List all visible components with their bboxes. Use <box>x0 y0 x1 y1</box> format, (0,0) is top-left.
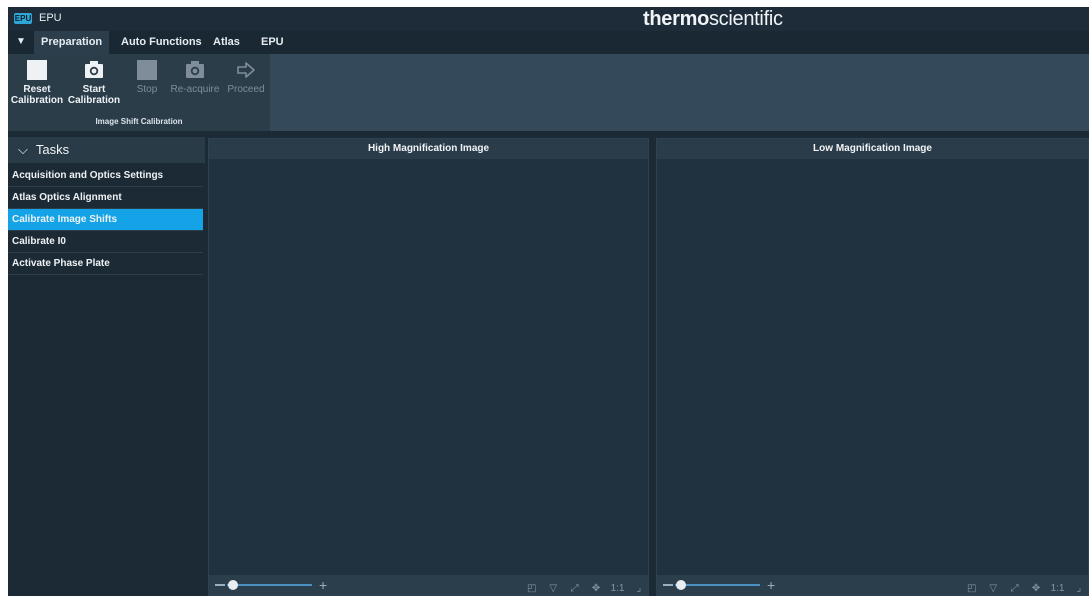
zoom-in-icon[interactable]: + <box>319 577 327 593</box>
tasks-header-label: Tasks <box>35 142 70 157</box>
panel-title: Low Magnification Image <box>657 139 1088 159</box>
corner-icon[interactable]: ⌟ <box>632 582 646 596</box>
move-icon[interactable]: ✥ <box>589 582 603 596</box>
tasks-panel: ⌵ Tasks Acquisition and Optics Settings A… <box>8 131 205 596</box>
ribbon: Reset Calibration Start Calibration Stop… <box>8 54 1089 131</box>
epu-window: EPU EPU thermoscientific ▼ Preparation A… <box>8 7 1089 596</box>
task-calibrate-image-shifts[interactable]: Calibrate Image Shifts <box>8 209 203 231</box>
task-acquisition-optics-settings[interactable]: Acquisition and Optics Settings <box>8 165 203 187</box>
chevron-down-icon: ⌵ <box>18 142 28 157</box>
re-acquire-button[interactable]: Re-acquire <box>166 54 224 116</box>
expand-icon[interactable]: ⤢ <box>1008 582 1022 596</box>
start-calibration-label-2: Calibration <box>67 95 121 106</box>
zoom-slider-handle[interactable] <box>228 580 238 590</box>
filter-icon[interactable]: ▽ <box>546 582 560 596</box>
square-icon <box>27 60 47 80</box>
proceed-button[interactable]: Proceed <box>224 54 268 116</box>
epu-logo-icon: EPU <box>14 13 32 24</box>
task-calibrate-i0[interactable]: Calibrate I0 <box>8 231 203 253</box>
move-icon[interactable]: ✥ <box>1029 582 1043 596</box>
task-atlas-optics-alignment[interactable]: Atlas Optics Alignment <box>8 187 203 209</box>
viewer-tools: ◰ ▽ ⤢ ✥ 1:1 ⌟ <box>522 578 646 594</box>
viewer-toolbar: + ◰ ▽ ⤢ ✥ 1:1 ⌟ <box>657 575 1088 595</box>
camera-icon <box>85 61 103 78</box>
zoom-slider[interactable] <box>227 584 312 586</box>
reset-calibration-label-2: Calibration <box>10 95 64 106</box>
zoom-slider-handle[interactable] <box>676 580 686 590</box>
tab-epu[interactable]: EPU <box>254 31 291 54</box>
app-title: EPU <box>39 12 62 24</box>
tasks-header[interactable]: ⌵ Tasks <box>8 137 205 163</box>
expand-icon[interactable]: ⤢ <box>568 582 582 596</box>
high-magnification-panel: High Magnification Image + ◰ ▽ ⤢ ✥ 1:1 ⌟ <box>208 138 649 596</box>
viewer-tools: ◰ ▽ ⤢ ✥ 1:1 ⌟ <box>962 578 1086 594</box>
fit-icon[interactable]: ◰ <box>965 582 979 596</box>
start-calibration-label-1: Start <box>82 84 106 95</box>
image-shift-calibration-group: Reset Calibration Start Calibration Stop… <box>8 54 270 131</box>
zoom-slider[interactable] <box>675 584 760 586</box>
one-to-one-icon[interactable]: 1:1 <box>1051 582 1065 596</box>
tab-atlas[interactable]: Atlas <box>206 31 247 54</box>
brand-light: scientific <box>708 8 783 30</box>
one-to-one-icon[interactable]: 1:1 <box>611 582 625 596</box>
arrow-right-icon <box>237 62 255 78</box>
square-icon <box>137 60 157 80</box>
low-magnification-panel: Low Magnification Image + ◰ ▽ ⤢ ✥ 1:1 ⌟ <box>656 138 1089 596</box>
filter-icon[interactable]: ▽ <box>986 582 1000 596</box>
thermo-scientific-logo: thermoscientific <box>643 8 783 31</box>
tab-preparation[interactable]: Preparation <box>34 31 110 54</box>
stop-label: Stop <box>136 84 158 95</box>
fit-icon[interactable]: ◰ <box>525 582 539 596</box>
zoom-in-icon[interactable]: + <box>767 577 775 593</box>
proceed-label: Proceed <box>227 84 265 95</box>
tab-auto-functions[interactable]: Auto Functions <box>114 31 209 54</box>
group-label: Image Shift Calibration <box>95 117 183 126</box>
reset-calibration-button[interactable]: Reset Calibration <box>10 54 64 116</box>
re-acquire-label: Re-acquire <box>170 84 220 95</box>
task-activate-phase-plate[interactable]: Activate Phase Plate <box>8 253 203 275</box>
title-bar: EPU EPU thermoscientific <box>8 7 1089 31</box>
ribbon-tab-bar: ▼ Preparation Auto Functions Atlas EPU <box>8 31 1089 54</box>
corner-icon[interactable]: ⌟ <box>1072 582 1086 596</box>
viewer-toolbar: + ◰ ▽ ⤢ ✥ 1:1 ⌟ <box>209 575 648 595</box>
brand-bold: thermo <box>643 8 709 30</box>
camera-icon <box>186 61 204 78</box>
reset-calibration-label-1: Reset <box>23 84 51 95</box>
start-calibration-button[interactable]: Start Calibration <box>64 54 124 116</box>
collapse-ribbon-icon[interactable]: ▼ <box>16 36 26 47</box>
stop-button[interactable]: Stop <box>130 54 164 116</box>
zoom-out-icon[interactable] <box>663 584 673 586</box>
panel-title: High Magnification Image <box>209 139 648 159</box>
zoom-out-icon[interactable] <box>215 584 225 586</box>
